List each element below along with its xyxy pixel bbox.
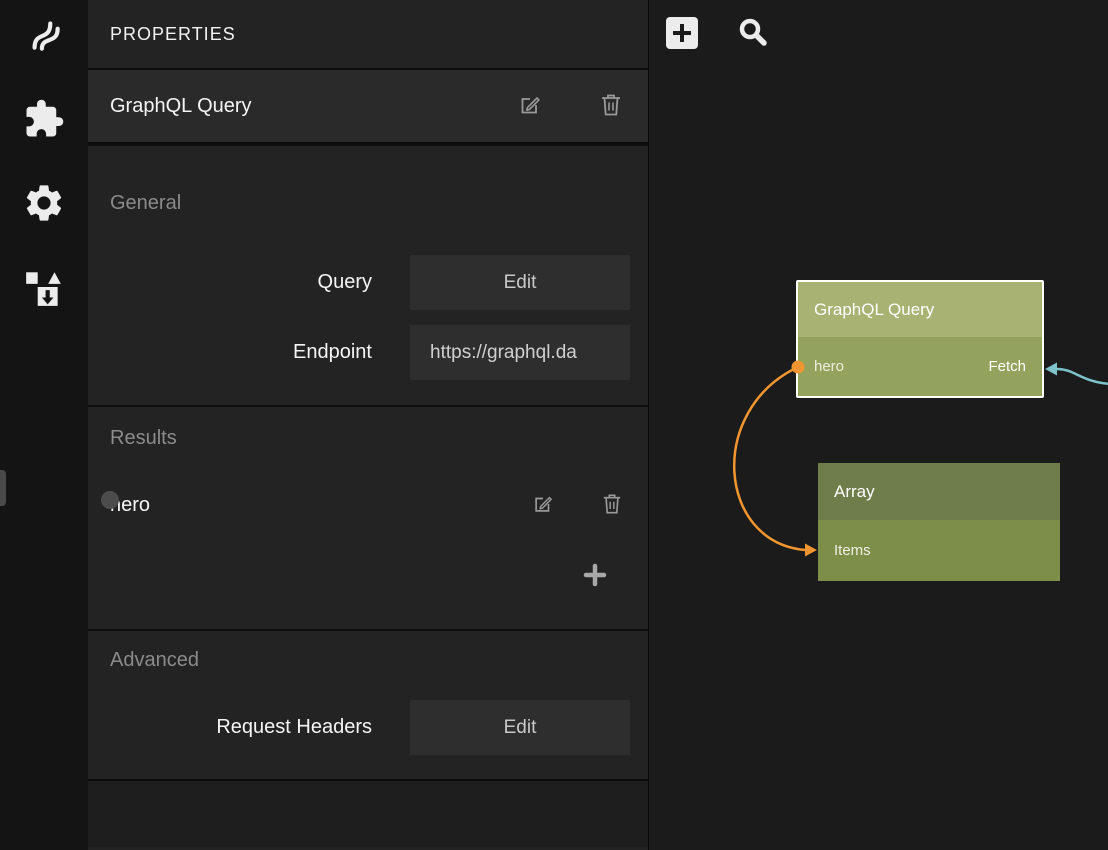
port-items[interactable]: Items xyxy=(834,542,871,559)
panel-bottom-area xyxy=(88,781,648,847)
request-headers-row: Request Headers Edit xyxy=(88,700,648,755)
sidebar-item-plugins[interactable] xyxy=(22,97,66,141)
properties-panel: PROPERTIES GraphQL Query xyxy=(88,0,648,850)
port-hero[interactable]: hero xyxy=(814,358,844,375)
add-result-button[interactable] xyxy=(583,563,607,590)
section-general: General Query Edit Endpoint xyxy=(88,146,648,407)
result-name: hero xyxy=(110,494,532,517)
delete-node-button[interactable] xyxy=(600,93,622,120)
trash-icon xyxy=(602,493,622,518)
node-title: GraphQL Query xyxy=(798,282,1042,337)
puzzle-icon xyxy=(23,98,65,140)
wire-arrowhead xyxy=(1045,363,1057,376)
result-row-hero[interactable]: hero xyxy=(88,478,648,533)
port-fetch[interactable]: Fetch xyxy=(988,358,1026,375)
section-advanced: Advanced Request Headers Edit xyxy=(88,631,648,781)
properties-panel-header: PROPERTIES xyxy=(88,0,648,70)
node-array[interactable]: Array Items xyxy=(818,463,1060,581)
plus-square-icon xyxy=(665,16,699,53)
query-edit-button[interactable]: Edit xyxy=(410,255,630,310)
rename-node-button[interactable] xyxy=(518,93,542,120)
section-general-label: General xyxy=(88,192,648,215)
result-delete-button[interactable] xyxy=(602,493,622,518)
result-edit-button[interactable] xyxy=(532,493,554,518)
components-icon xyxy=(23,266,65,308)
trash-icon xyxy=(600,93,622,120)
sidebar-item-components[interactable] xyxy=(22,265,66,309)
properties-title: PROPERTIES xyxy=(110,24,236,45)
plus-icon xyxy=(583,563,607,590)
endpoint-port-dot[interactable] xyxy=(101,491,119,509)
collapsed-panel-tab[interactable] xyxy=(0,470,6,506)
endpoint-label: Endpoint xyxy=(88,341,390,364)
request-headers-label: Request Headers xyxy=(88,716,390,739)
nodes-icon xyxy=(23,14,65,56)
section-results: Results hero xyxy=(88,407,648,631)
query-row: Query Edit xyxy=(88,255,648,310)
search-icon xyxy=(737,17,769,52)
app-sidebar xyxy=(0,0,88,850)
selected-node-strip[interactable]: GraphQL Query xyxy=(88,70,648,146)
gear-icon xyxy=(22,181,66,225)
edit-pencil-icon xyxy=(532,493,554,518)
section-advanced-label: Advanced xyxy=(88,649,648,672)
endpoint-row: Endpoint xyxy=(88,325,648,380)
node-title: Array xyxy=(818,463,1060,520)
wire-arrowhead xyxy=(805,544,817,557)
sidebar-item-nodes[interactable] xyxy=(22,13,66,57)
edit-pencil-icon xyxy=(518,93,542,120)
selected-node-title: GraphQL Query xyxy=(110,95,518,118)
endpoint-input[interactable] xyxy=(410,325,630,380)
add-node-button[interactable] xyxy=(665,16,699,53)
request-headers-edit-button[interactable]: Edit xyxy=(410,700,630,755)
connection-wires xyxy=(649,0,1108,850)
query-label: Query xyxy=(88,271,390,294)
wire-to-fetch xyxy=(1057,369,1108,384)
wire-hero-to-items xyxy=(734,367,805,550)
node-graphql-query[interactable]: GraphQL Query hero Fetch xyxy=(796,280,1044,398)
node-canvas[interactable]: GraphQL Query hero Fetch Array Items xyxy=(648,0,1108,850)
search-nodes-button[interactable] xyxy=(737,17,769,52)
sidebar-item-settings[interactable] xyxy=(22,181,66,225)
section-results-label: Results xyxy=(88,427,648,450)
